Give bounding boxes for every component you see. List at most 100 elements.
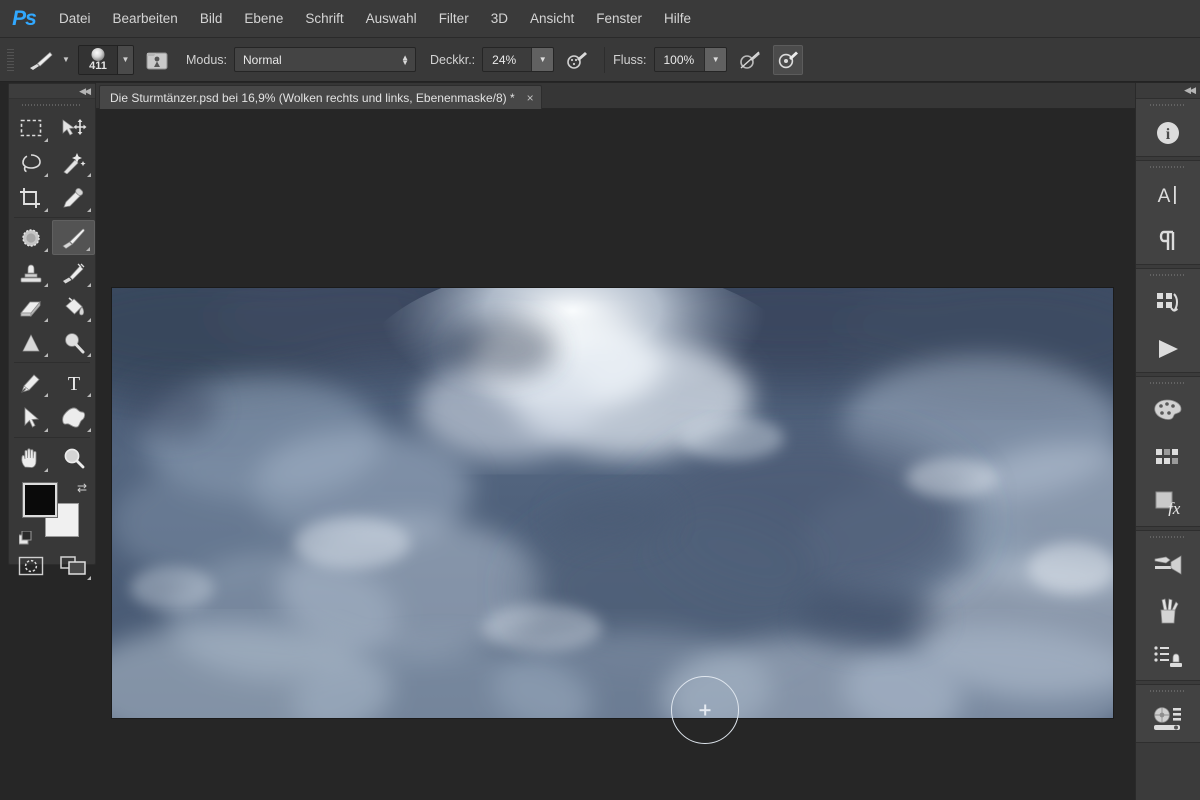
swap-colors-icon[interactable]: ⇄ [77, 481, 87, 495]
tool-preset-caret-icon[interactable]: ▼ [58, 46, 74, 74]
move-tool[interactable] [52, 110, 95, 145]
play-action-icon[interactable] [1136, 326, 1200, 372]
lasso-tool[interactable] [9, 145, 52, 180]
horizontal-type-tool[interactable]: T [52, 365, 95, 400]
brush-tool[interactable] [52, 220, 95, 255]
styles-panel-icon[interactable]: fx [1136, 480, 1200, 526]
tool-presets-panel-icon[interactable] [1136, 634, 1200, 680]
flow-label: Fluss: [613, 52, 647, 67]
spot-healing-brush-tool[interactable] [9, 220, 52, 255]
flow-input[interactable]: 100% ▼ [653, 47, 728, 72]
airbrush-icon[interactable] [735, 45, 765, 75]
opacity-input[interactable]: 24% ▼ [482, 47, 555, 72]
brush-presets-panel-icon[interactable] [1136, 588, 1200, 634]
menu-ebene[interactable]: Ebene [233, 0, 294, 38]
info-panel-icon[interactable]: i [1136, 110, 1200, 156]
quick-mask-icon[interactable] [9, 549, 52, 583]
menu-schrift[interactable]: Schrift [294, 0, 354, 38]
screen-mode-icon[interactable] [52, 549, 95, 583]
clone-stamp-tool[interactable] [9, 255, 52, 290]
more-tools-indicator-icon [87, 353, 91, 357]
hand-tool[interactable] [9, 440, 52, 475]
color-panel-icon[interactable] [1136, 388, 1200, 434]
swatches-panel-icon[interactable] [1136, 434, 1200, 480]
pressure-size-icon[interactable] [773, 44, 804, 75]
more-tools-indicator-icon [44, 318, 48, 322]
menu-3d[interactable]: 3D [480, 0, 519, 38]
panel-group-grip[interactable] [1136, 377, 1200, 388]
menu-ansicht[interactable]: Ansicht [519, 0, 585, 38]
more-tools-indicator-icon [44, 393, 48, 397]
more-tools-indicator-icon [87, 393, 91, 397]
expand-panels-icon[interactable]: ◀◀ [1184, 85, 1196, 96]
paragraph-panel-icon[interactable] [1136, 218, 1200, 264]
crop-tool[interactable] [9, 180, 52, 215]
dodge-tool[interactable] [52, 325, 95, 360]
opacity-caret-icon[interactable]: ▼ [531, 48, 554, 71]
default-colors-icon[interactable] [19, 531, 33, 545]
history-brush-tool[interactable] [52, 255, 95, 290]
brush-panel-toggle-icon[interactable] [142, 45, 172, 75]
more-tools-indicator-icon [86, 247, 90, 251]
options-bar-gripper[interactable] [6, 46, 16, 73]
menu-filter[interactable]: Filter [428, 0, 480, 38]
menu-auswahl[interactable]: Auswahl [355, 0, 428, 38]
photoshop-window: Ps Datei Bearbeiten Bild Ebene Schrift Auswah… [0, 0, 1200, 800]
menu-bearbeiten[interactable]: Bearbeiten [102, 0, 189, 38]
custom-shape-tool[interactable] [52, 400, 95, 435]
panel-group-grip[interactable] [1136, 531, 1200, 542]
magic-wand-tool[interactable] [52, 145, 95, 180]
panel-group-grip[interactable] [1136, 99, 1200, 110]
panel-group-grip[interactable] [1136, 161, 1200, 172]
brush-group [1136, 530, 1200, 681]
cloud-image [112, 288, 1113, 718]
gradient-tool[interactable] [52, 290, 95, 325]
foreground-color-swatch[interactable] [22, 482, 58, 518]
brush-panel-icon[interactable] [1136, 542, 1200, 588]
path-selection-tool[interactable] [9, 400, 52, 435]
more-tools-indicator-icon [44, 428, 48, 432]
tools-panel: ◀◀ T ⇄ [8, 83, 96, 580]
menu-hilfe[interactable]: Hilfe [653, 0, 702, 38]
toolbar-divider [14, 217, 90, 218]
menu-fenster[interactable]: Fenster [585, 0, 653, 38]
brush-preset-picker[interactable]: 411 ▼ [78, 44, 134, 75]
more-tools-indicator-icon [44, 283, 48, 287]
rectangular-marquee-tool[interactable] [9, 110, 52, 145]
character-panel-icon[interactable]: A [1136, 172, 1200, 218]
more-tools-indicator-icon [87, 173, 91, 177]
zoom-tool[interactable] [52, 440, 95, 475]
type-group: A [1136, 160, 1200, 265]
more-tools-indicator-icon [44, 173, 48, 177]
more-tools-indicator-icon [44, 208, 48, 212]
tools-panel-grip[interactable] [9, 99, 95, 110]
more-tools-indicator-icon [44, 248, 48, 252]
pressure-opacity-icon[interactable] [562, 45, 592, 75]
clone-source-panel-icon[interactable] [1136, 696, 1200, 742]
pen-tool[interactable] [9, 365, 52, 400]
svg-text:A: A [1158, 186, 1171, 207]
menu-bar: Ps Datei Bearbeiten Bild Ebene Schrift Auswah… [0, 0, 1200, 38]
brush-preset-caret-icon[interactable]: ▼ [117, 45, 133, 74]
svg-text:i: i [1166, 126, 1171, 143]
image-canvas[interactable] [112, 288, 1113, 718]
options-bar: ▼ 411 ▼ Modus: Normal ▲▼ Deckkr.: 24% ▼ [0, 38, 1200, 82]
menu-datei[interactable]: Datei [48, 0, 102, 38]
eraser-tool[interactable] [9, 290, 52, 325]
more-tools-indicator-icon [44, 353, 48, 357]
menu-bild[interactable]: Bild [189, 0, 234, 38]
panel-group-grip[interactable] [1136, 269, 1200, 280]
document-tab[interactable]: Die Sturmtänzer.psd bei 16,9% (Wolken re… [99, 85, 542, 109]
flow-caret-icon[interactable]: ▼ [704, 48, 727, 71]
blur-tool[interactable] [9, 325, 52, 360]
more-tools-indicator-icon [87, 283, 91, 287]
actions-panel-icon[interactable] [1136, 280, 1200, 326]
blend-mode-select[interactable]: Normal ▲ ▼ [234, 47, 416, 72]
color-group: fx [1136, 376, 1200, 527]
panel-group-grip[interactable] [1136, 685, 1200, 696]
collapse-panel-icon[interactable]: ◀◀ [79, 86, 91, 97]
close-icon[interactable]: × [527, 91, 534, 105]
active-tool-indicator-brush-icon[interactable] [24, 45, 58, 75]
tools-panel-header: ◀◀ [9, 84, 95, 99]
eyedropper-tool[interactable] [52, 180, 95, 215]
